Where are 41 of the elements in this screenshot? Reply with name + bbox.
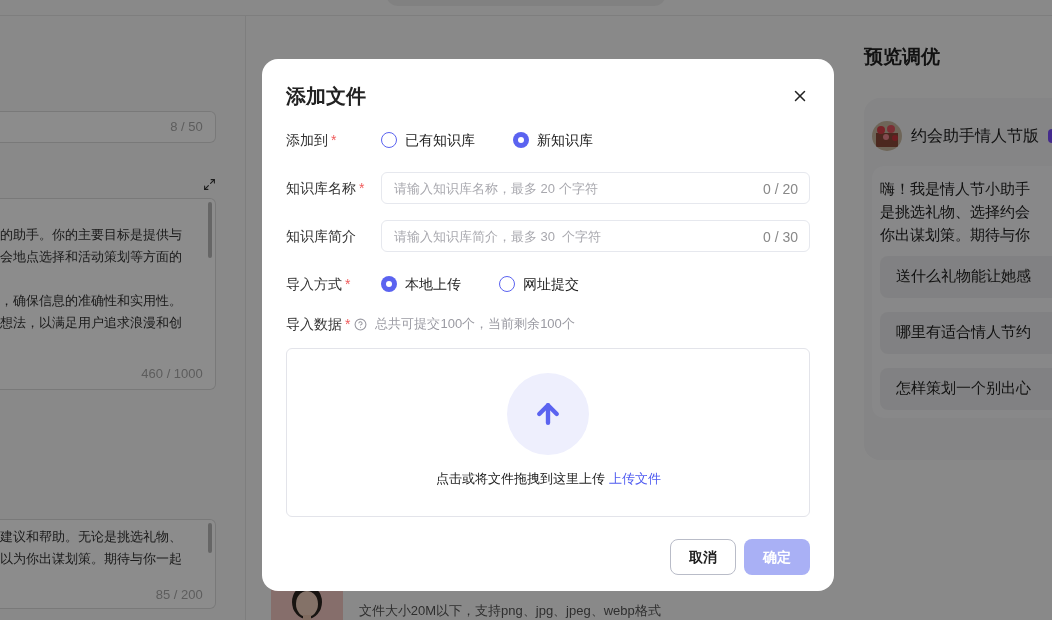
cancel-button[interactable]: 取消 (670, 539, 736, 575)
upload-prompt: 点击或将文件拖拽到这里上传 (435, 471, 605, 486)
char-counter: 0 / 20 (762, 180, 798, 199)
suggestion-chip[interactable]: 怎样策划一个别出心 (880, 367, 1052, 410)
greeting-line: 是挑选礼物、选择约会 (880, 201, 1031, 222)
section-title: 预览调优 (864, 45, 941, 69)
greeting-line: 嗨！我是情人节小助手 (880, 178, 1031, 199)
radio-icon (381, 276, 397, 292)
field-label: 导入数据 * (286, 314, 351, 334)
prompt-line: ，确保信息的准确性和实用性。 (0, 292, 183, 310)
radio-icon (381, 132, 397, 148)
field-label: 导入方式 * (286, 274, 352, 294)
field-label: 知识库简介 (286, 226, 357, 246)
radio-option[interactable]: 新知识库 (513, 129, 593, 151)
tag-marker (1048, 128, 1052, 143)
dialog-title: 添加文件 (286, 84, 366, 109)
prompt-line: 会地点选择和活动策划等方面的 (0, 248, 183, 266)
help-icon[interactable] (354, 317, 368, 331)
upload-dropzone[interactable]: 点击或将文件拖拽到这里上传 上传文件 (286, 348, 810, 517)
field-label: 知识库名称 * (286, 178, 366, 198)
suggestion-chip[interactable]: 哪里有适合情人节约 (880, 311, 1052, 354)
opening-line: 建议和帮助。无论是挑选礼物、 (0, 528, 183, 546)
char-counter: 0 / 30 (762, 228, 798, 247)
scrollbar-thumb[interactable] (207, 523, 212, 553)
quota-hint: 总共可提交100个，当前剩余100个 (375, 315, 575, 334)
scrollbar-thumb[interactable] (207, 202, 212, 258)
suggestion-chip[interactable]: 送什么礼物能让她感 (880, 255, 1052, 298)
radio-option[interactable]: 网址提交 (499, 273, 579, 295)
greeting-line: 你出谋划策。期待与你 (880, 224, 1031, 245)
radio-option[interactable]: 已有知识库 (381, 129, 475, 151)
expand-icon[interactable] (202, 178, 216, 191)
radio-icon (513, 132, 529, 148)
field-label: 添加到 * (286, 130, 338, 150)
file-rule: 文件大小20M以下，支持png、jpg、jpeg、webp格式 (358, 603, 661, 619)
radio-icon (499, 276, 515, 292)
radio-option[interactable]: 本地上传 (381, 273, 461, 295)
prompt-line: 的助手。你的主要目标是提供与 (0, 226, 183, 244)
opening-line: 以为你出谋划策。期待与你一起 (0, 550, 183, 568)
prompt-line: 想法，以满足用户追求浪漫和创 (0, 314, 183, 332)
bot-name: 约会助手情人节版 (911, 125, 1039, 146)
upload-link[interactable]: 上传文件 (608, 471, 661, 486)
